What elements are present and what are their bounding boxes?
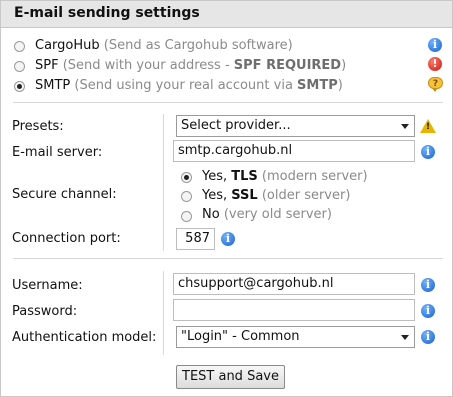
port-label: Connection port:	[12, 231, 121, 246]
tls-prefix: Yes,	[202, 169, 232, 184]
no-secure-radio[interactable]	[181, 211, 192, 222]
info-icon[interactable]: i	[421, 278, 435, 292]
separator	[13, 102, 443, 103]
test-and-save-button[interactable]: TEST and Save	[176, 365, 285, 389]
info-icon[interactable]: i	[428, 38, 442, 52]
panel-title: E-mail sending settings	[14, 5, 200, 21]
presets-select[interactable]: Select provider...	[176, 115, 415, 137]
cargohub-radio[interactable]	[14, 41, 25, 52]
cargohub-option[interactable]: CargoHub (Send as Cargohub software)	[35, 38, 293, 53]
warning-icon[interactable]: !	[420, 119, 436, 133]
presets-label: Presets:	[12, 119, 64, 134]
password-label: Password:	[12, 304, 78, 319]
error-icon[interactable]: !	[428, 57, 442, 71]
smtp-label: SMTP	[35, 78, 71, 93]
port-value: 587	[185, 231, 210, 246]
panel-header: E-mail sending settings	[1, 1, 452, 28]
port-input[interactable]: 587	[176, 228, 215, 250]
info-icon[interactable]: i	[421, 330, 435, 344]
username-value: chsupport@cargohub.nl	[178, 276, 334, 291]
info-icon[interactable]: i	[421, 304, 435, 318]
smtp-desc-pre: (Send using your real account via	[74, 78, 298, 93]
tls-option[interactable]: Yes, TLS (modern server)	[202, 169, 368, 184]
password-input[interactable]	[173, 299, 415, 321]
secure-label: Secure channel:	[12, 187, 117, 202]
server-input[interactable]: smtp.cargohub.nl	[173, 140, 415, 162]
smtp-option[interactable]: SMTP (Send using your real account via S…	[35, 78, 343, 93]
username-label: Username:	[12, 278, 83, 293]
cargohub-label: CargoHub	[35, 38, 100, 53]
info-icon[interactable]: i	[221, 232, 235, 246]
column-divider	[163, 114, 164, 251]
separator	[13, 258, 443, 259]
ssl-option[interactable]: Yes, SSL (older server)	[202, 188, 350, 203]
spf-label: SPF	[35, 58, 59, 73]
auth-select[interactable]: "Login" - Common	[176, 326, 415, 348]
no-secure-desc: (very old server)	[223, 207, 332, 222]
ssl-radio[interactable]	[181, 191, 192, 202]
column-divider	[163, 271, 164, 355]
tls-desc: (modern server)	[261, 169, 368, 184]
presets-value: Select provider...	[181, 118, 291, 133]
smtp-radio[interactable]	[14, 81, 25, 92]
tls-bold: TLS	[231, 169, 258, 184]
spf-desc-pre: (Send with your address -	[62, 58, 234, 73]
cargohub-desc: (Send as Cargohub software)	[103, 38, 293, 53]
smtp-desc-post: )	[337, 78, 343, 93]
auth-label: Authentication model:	[12, 330, 157, 345]
info-icon[interactable]: i	[421, 145, 435, 159]
no-secure-prefix: No	[202, 207, 220, 222]
ssl-prefix: Yes,	[202, 188, 232, 203]
ssl-bold: SSL	[231, 188, 258, 203]
server-label: E-mail server:	[12, 145, 103, 160]
spf-radio[interactable]	[14, 61, 25, 72]
smtp-desc-bold: SMTP	[297, 78, 338, 93]
tls-radio[interactable]	[181, 172, 192, 183]
chevron-down-icon	[401, 124, 409, 129]
spf-desc-post: )	[341, 58, 347, 73]
username-input[interactable]: chsupport@cargohub.nl	[173, 273, 415, 295]
ssl-desc: (older server)	[261, 188, 351, 203]
spf-option[interactable]: SPF (Send with your address - SPF REQUIR…	[35, 58, 346, 73]
server-value: smtp.cargohub.nl	[178, 143, 293, 158]
settings-panel: E-mail sending settings CargoHub (Send a…	[0, 0, 453, 397]
spf-desc-bold: SPF REQUIRED	[233, 58, 342, 73]
no-secure-option[interactable]: No (very old server)	[202, 207, 332, 222]
chevron-down-icon	[401, 335, 409, 340]
chat-bubble-icon[interactable]: ?	[428, 77, 443, 92]
auth-value: "Login" - Common	[181, 329, 300, 344]
